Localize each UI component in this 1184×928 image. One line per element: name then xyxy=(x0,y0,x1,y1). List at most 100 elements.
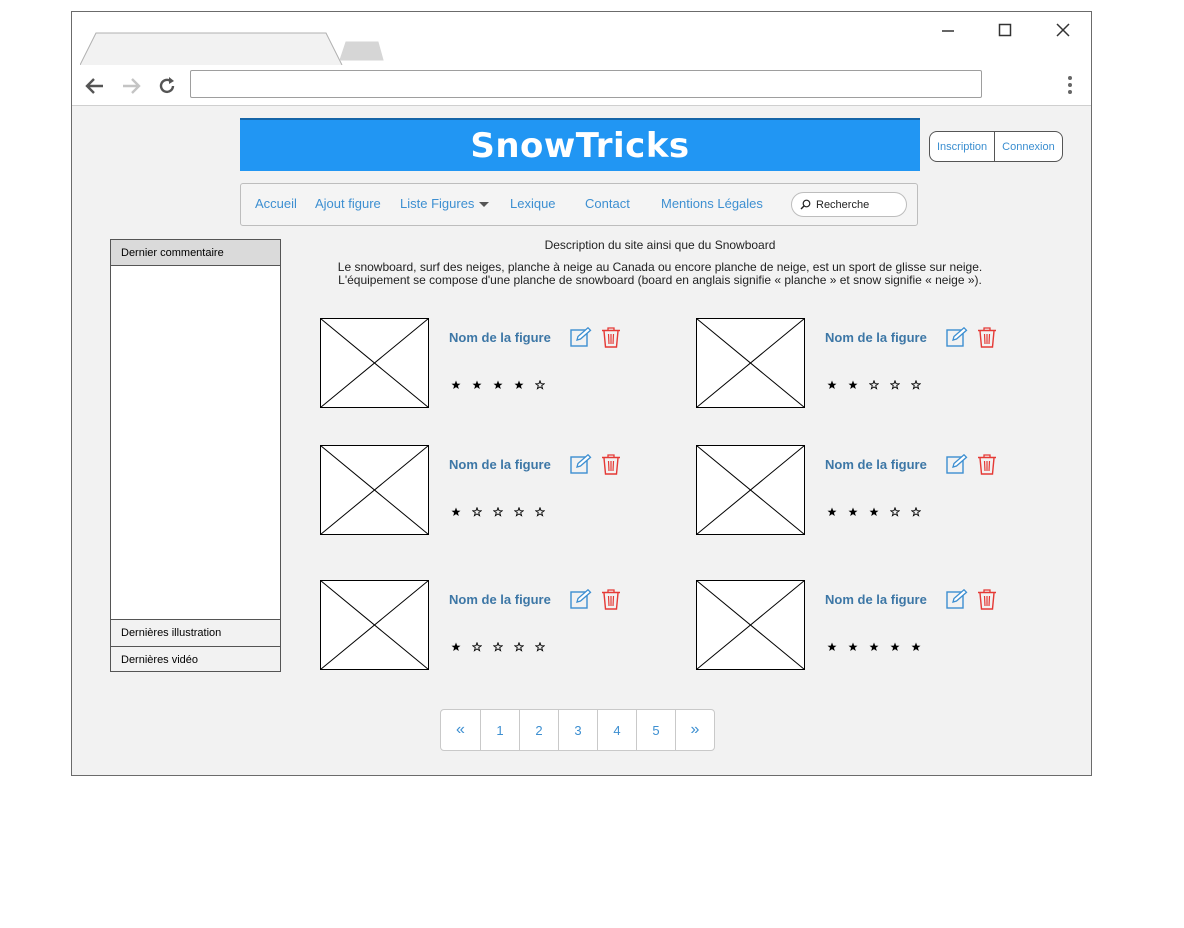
star-empty-icon[interactable] xyxy=(863,379,884,391)
star-filled-icon[interactable] xyxy=(487,379,508,391)
image-placeholder[interactable] xyxy=(696,318,806,409)
maximize-icon xyxy=(998,23,1012,37)
edit-button[interactable] xyxy=(570,588,592,614)
image-placeholder[interactable] xyxy=(696,445,806,536)
nav-contact[interactable]: Contact xyxy=(585,196,630,211)
rating-stars xyxy=(821,506,926,518)
delete-button[interactable] xyxy=(601,327,621,353)
star-filled-icon[interactable] xyxy=(905,641,926,653)
pagination: « 1 2 3 4 5 » xyxy=(440,709,715,751)
star-empty-icon[interactable] xyxy=(466,506,487,518)
star-empty-icon[interactable] xyxy=(487,506,508,518)
trick-name[interactable]: Nom de la figure xyxy=(825,457,927,472)
star-empty-icon[interactable] xyxy=(508,506,529,518)
image-placeholder[interactable] xyxy=(320,318,430,409)
caret-down-icon xyxy=(479,202,490,208)
pagination-page-3[interactable]: 3 xyxy=(558,710,597,750)
delete-button[interactable] xyxy=(977,589,997,615)
active-tab[interactable] xyxy=(80,32,344,65)
trash-icon xyxy=(602,454,620,475)
sidebar-comment-panel xyxy=(111,266,280,620)
star-filled-icon[interactable] xyxy=(445,641,466,653)
pagination-page-4[interactable]: 4 xyxy=(597,710,636,750)
close-button[interactable] xyxy=(1049,18,1077,42)
edit-icon xyxy=(946,453,968,474)
edit-icon xyxy=(946,588,968,609)
new-tab-button[interactable] xyxy=(340,41,384,61)
nav-home[interactable]: Accueil xyxy=(255,196,297,211)
star-empty-icon[interactable] xyxy=(905,506,926,518)
star-empty-icon[interactable] xyxy=(884,506,905,518)
browser-menu-button[interactable] xyxy=(1060,72,1080,98)
back-button[interactable] xyxy=(82,73,108,99)
trick-name[interactable]: Nom de la figure xyxy=(449,592,551,607)
reload-button[interactable] xyxy=(154,73,180,99)
star-filled-icon[interactable] xyxy=(842,379,863,391)
main-navbar: Accueil Ajout figure Liste Figures Lexiq… xyxy=(240,183,918,226)
star-filled-icon[interactable] xyxy=(863,641,884,653)
forward-button[interactable] xyxy=(118,73,144,99)
minimize-icon xyxy=(942,30,954,32)
star-empty-icon[interactable] xyxy=(905,379,926,391)
nav-glossary[interactable]: Lexique xyxy=(510,196,556,211)
star-filled-icon[interactable] xyxy=(863,506,884,518)
star-filled-icon[interactable] xyxy=(884,641,905,653)
delete-button[interactable] xyxy=(977,327,997,353)
star-filled-icon[interactable] xyxy=(821,379,842,391)
star-filled-icon[interactable] xyxy=(508,379,529,391)
star-filled-icon[interactable] xyxy=(445,379,466,391)
star-empty-icon[interactable] xyxy=(884,379,905,391)
star-filled-icon[interactable] xyxy=(821,506,842,518)
trick-name[interactable]: Nom de la figure xyxy=(449,330,551,345)
star-filled-icon[interactable] xyxy=(821,641,842,653)
edit-icon xyxy=(946,326,968,347)
pagination-next-button[interactable]: » xyxy=(675,710,714,750)
nav-add-trick[interactable]: Ajout figure xyxy=(315,196,381,211)
edit-button[interactable] xyxy=(570,326,592,352)
star-empty-icon[interactable] xyxy=(529,379,550,391)
sidebar-latest-comment-header[interactable]: Dernier commentaire xyxy=(111,240,280,266)
trick-name[interactable]: Nom de la figure xyxy=(449,457,551,472)
star-empty-icon[interactable] xyxy=(508,641,529,653)
sidebar-latest-videos[interactable]: Dernières vidéo xyxy=(111,646,280,672)
login-button[interactable]: Connexion xyxy=(994,132,1062,161)
nav-legal[interactable]: Mentions Légales xyxy=(661,196,763,211)
signup-button[interactable]: Inscription xyxy=(930,132,994,161)
sidebar-latest-illustrations[interactable]: Dernières illustration xyxy=(111,620,280,646)
address-bar[interactable] xyxy=(190,70,982,98)
image-placeholder[interactable] xyxy=(696,580,806,671)
search-input[interactable] xyxy=(814,197,904,212)
edit-button[interactable] xyxy=(946,453,968,479)
minimize-button[interactable] xyxy=(934,18,962,42)
browser-toolbar xyxy=(72,12,1091,106)
star-filled-icon[interactable] xyxy=(445,506,466,518)
rating-stars xyxy=(445,379,550,391)
delete-button[interactable] xyxy=(601,454,621,480)
star-empty-icon[interactable] xyxy=(487,641,508,653)
maximize-button[interactable] xyxy=(991,18,1019,42)
delete-button[interactable] xyxy=(601,589,621,615)
star-filled-icon[interactable] xyxy=(842,641,863,653)
edit-icon xyxy=(570,588,592,609)
edit-button[interactable] xyxy=(946,326,968,352)
pagination-page-5[interactable]: 5 xyxy=(636,710,675,750)
star-empty-icon[interactable] xyxy=(466,641,487,653)
site-title: SnowTricks xyxy=(470,125,690,166)
nav-trick-list-dropdown[interactable]: Liste Figures xyxy=(400,196,490,211)
arrow-left-icon xyxy=(85,78,103,94)
star-empty-icon[interactable] xyxy=(529,641,550,653)
star-empty-icon[interactable] xyxy=(529,506,550,518)
edit-button[interactable] xyxy=(570,453,592,479)
pagination-page-2[interactable]: 2 xyxy=(519,710,558,750)
trick-name[interactable]: Nom de la figure xyxy=(825,330,927,345)
trick-name[interactable]: Nom de la figure xyxy=(825,592,927,607)
pagination-page-1[interactable]: 1 xyxy=(480,710,519,750)
rating-stars xyxy=(821,641,926,653)
image-placeholder[interactable] xyxy=(320,580,430,671)
image-placeholder[interactable] xyxy=(320,445,430,536)
star-filled-icon[interactable] xyxy=(466,379,487,391)
delete-button[interactable] xyxy=(977,454,997,480)
edit-button[interactable] xyxy=(946,588,968,614)
pagination-prev-button[interactable]: « xyxy=(441,710,480,750)
star-filled-icon[interactable] xyxy=(842,506,863,518)
